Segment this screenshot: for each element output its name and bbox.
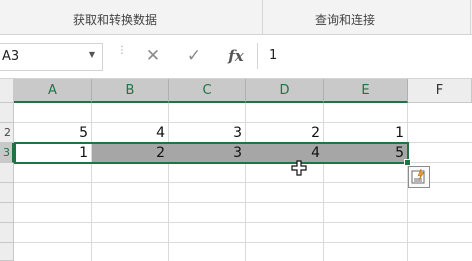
column-header-e[interactable]: E xyxy=(324,79,408,103)
cell-b2[interactable]: 4 xyxy=(92,123,169,143)
row-header-4[interactable] xyxy=(0,163,14,183)
chevron-down-icon[interactable]: ▼ xyxy=(89,50,95,59)
cell-b3[interactable]: 2 xyxy=(92,143,169,163)
row-header-3[interactable]: 3 xyxy=(0,143,14,163)
ribbon-group-get-transform-data[interactable]: 获取和转换数据 xyxy=(73,11,157,28)
row-header-1[interactable] xyxy=(0,103,14,123)
ribbon-group-separator xyxy=(470,0,471,34)
worksheet-grid[interactable]: A B C D E F 2 3 5 4 3 2 1 1 2 3 4 5 xyxy=(0,79,472,261)
cell-c3[interactable]: 3 xyxy=(169,143,246,163)
ribbon-group-separator xyxy=(262,0,263,34)
move-cross-cursor-icon xyxy=(291,160,307,180)
gridline xyxy=(14,222,472,223)
quick-analysis-shape xyxy=(411,168,425,184)
cell-a3[interactable]: 1 xyxy=(14,143,92,163)
cell-e2[interactable]: 1 xyxy=(324,123,408,143)
formula-bar-resize-handle-icon[interactable]: ⋮ xyxy=(117,46,127,56)
cursor-cross-shape xyxy=(291,160,307,176)
row-header-8[interactable] xyxy=(0,243,14,261)
cell-d2[interactable]: 2 xyxy=(246,123,324,143)
cell-d3[interactable]: 4 xyxy=(246,143,324,163)
gridline xyxy=(14,182,472,183)
ribbon: 获取和转换数据 查询和连接 xyxy=(0,0,472,35)
name-box[interactable]: A3 ▼ xyxy=(0,43,103,71)
column-header-f[interactable]: F xyxy=(408,79,472,103)
name-box-value: A3 xyxy=(2,49,20,64)
cell-a2[interactable]: 5 xyxy=(14,123,92,143)
column-header-d[interactable]: D xyxy=(246,79,324,103)
column-header-b[interactable]: B xyxy=(92,79,169,103)
row-header-7[interactable] xyxy=(0,223,14,243)
column-header-c[interactable]: C xyxy=(169,79,246,103)
quick-analysis-icon[interactable] xyxy=(408,166,430,188)
column-header-a[interactable]: A xyxy=(14,79,92,103)
select-all-corner[interactable] xyxy=(0,79,14,103)
cancel-icon[interactable]: ✕ xyxy=(139,43,167,69)
formula-bar: A3 ▼ ⋮ ✕ ✓ fx 1 xyxy=(0,35,472,79)
gridline xyxy=(14,202,472,203)
cell-e3[interactable]: 5 xyxy=(324,143,408,163)
enter-icon[interactable]: ✓ xyxy=(180,43,208,69)
formula-bar-separator xyxy=(257,43,258,69)
row-header-5[interactable] xyxy=(0,183,14,203)
formula-input[interactable]: 1 xyxy=(262,43,472,69)
insert-function-button[interactable]: fx xyxy=(222,43,250,69)
row-header-6[interactable] xyxy=(0,203,14,223)
ribbon-group-queries-connections[interactable]: 查询和连接 xyxy=(315,11,375,28)
row-header-2[interactable]: 2 xyxy=(0,123,14,143)
gridline xyxy=(14,242,472,243)
formula-value: 1 xyxy=(269,48,278,63)
cell-c2[interactable]: 3 xyxy=(169,123,246,143)
